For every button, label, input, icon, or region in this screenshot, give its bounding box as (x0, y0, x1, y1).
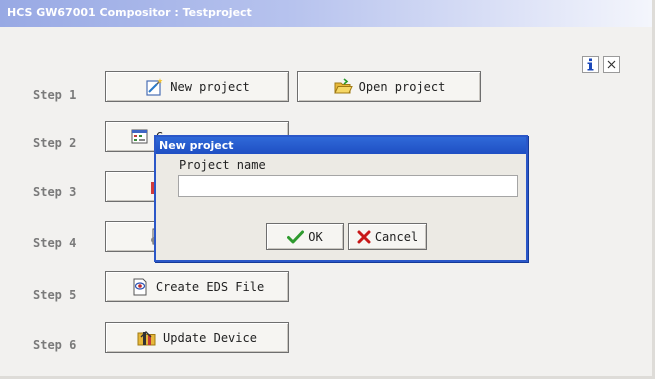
project-name-label: Project name (179, 158, 266, 172)
step-2-label: Step 2 (33, 136, 77, 150)
cancel-label: Cancel (374, 229, 419, 244)
close-button[interactable] (603, 56, 620, 73)
title-bar[interactable]: HCS GW67001 Compositor : Testproject (0, 0, 652, 27)
new-project-dialog: New project Project name OK Cancel (154, 135, 528, 262)
info-button[interactable] (582, 56, 599, 73)
step-5-label: Step 5 (33, 288, 77, 302)
open-project-label: Open project (358, 79, 446, 94)
close-icon (607, 60, 616, 69)
folder-open-icon (333, 77, 353, 93)
cancel-button[interactable]: Cancel (348, 223, 427, 250)
step-1-label: Step 1 (33, 88, 77, 102)
step-6-label: Step 6 (33, 338, 77, 352)
create-eds-file-button[interactable]: Create EDS File (105, 271, 289, 302)
dialog-title-bar[interactable]: New project (156, 137, 526, 154)
create-eds-file-label: Create EDS File (155, 279, 265, 294)
new-project-label: New project (170, 79, 250, 94)
project-name-input[interactable] (178, 175, 518, 197)
new-project-icon (146, 77, 163, 96)
update-device-icon (137, 330, 156, 345)
ok-label: OK (308, 229, 323, 244)
info-icon (587, 58, 594, 71)
checkmark-icon (287, 230, 305, 243)
step-3-label: Step 3 (33, 185, 77, 199)
cancel-x-icon (357, 230, 371, 243)
window-title: HCS GW67001 Compositor : Testproject (7, 6, 252, 19)
configuration-icon (131, 129, 148, 143)
dialog-title: New project (159, 139, 234, 152)
main-window: HCS GW67001 Compositor : Testproject Ste… (0, 0, 655, 379)
update-device-label: Update Device (163, 330, 257, 345)
ok-button[interactable]: OK (266, 223, 344, 250)
open-project-button[interactable]: Open project (297, 71, 481, 102)
new-project-button[interactable]: New project (105, 71, 289, 102)
update-device-button[interactable]: Update Device (105, 322, 289, 353)
eds-file-icon (133, 278, 147, 295)
step-4-label: Step 4 (33, 236, 77, 250)
